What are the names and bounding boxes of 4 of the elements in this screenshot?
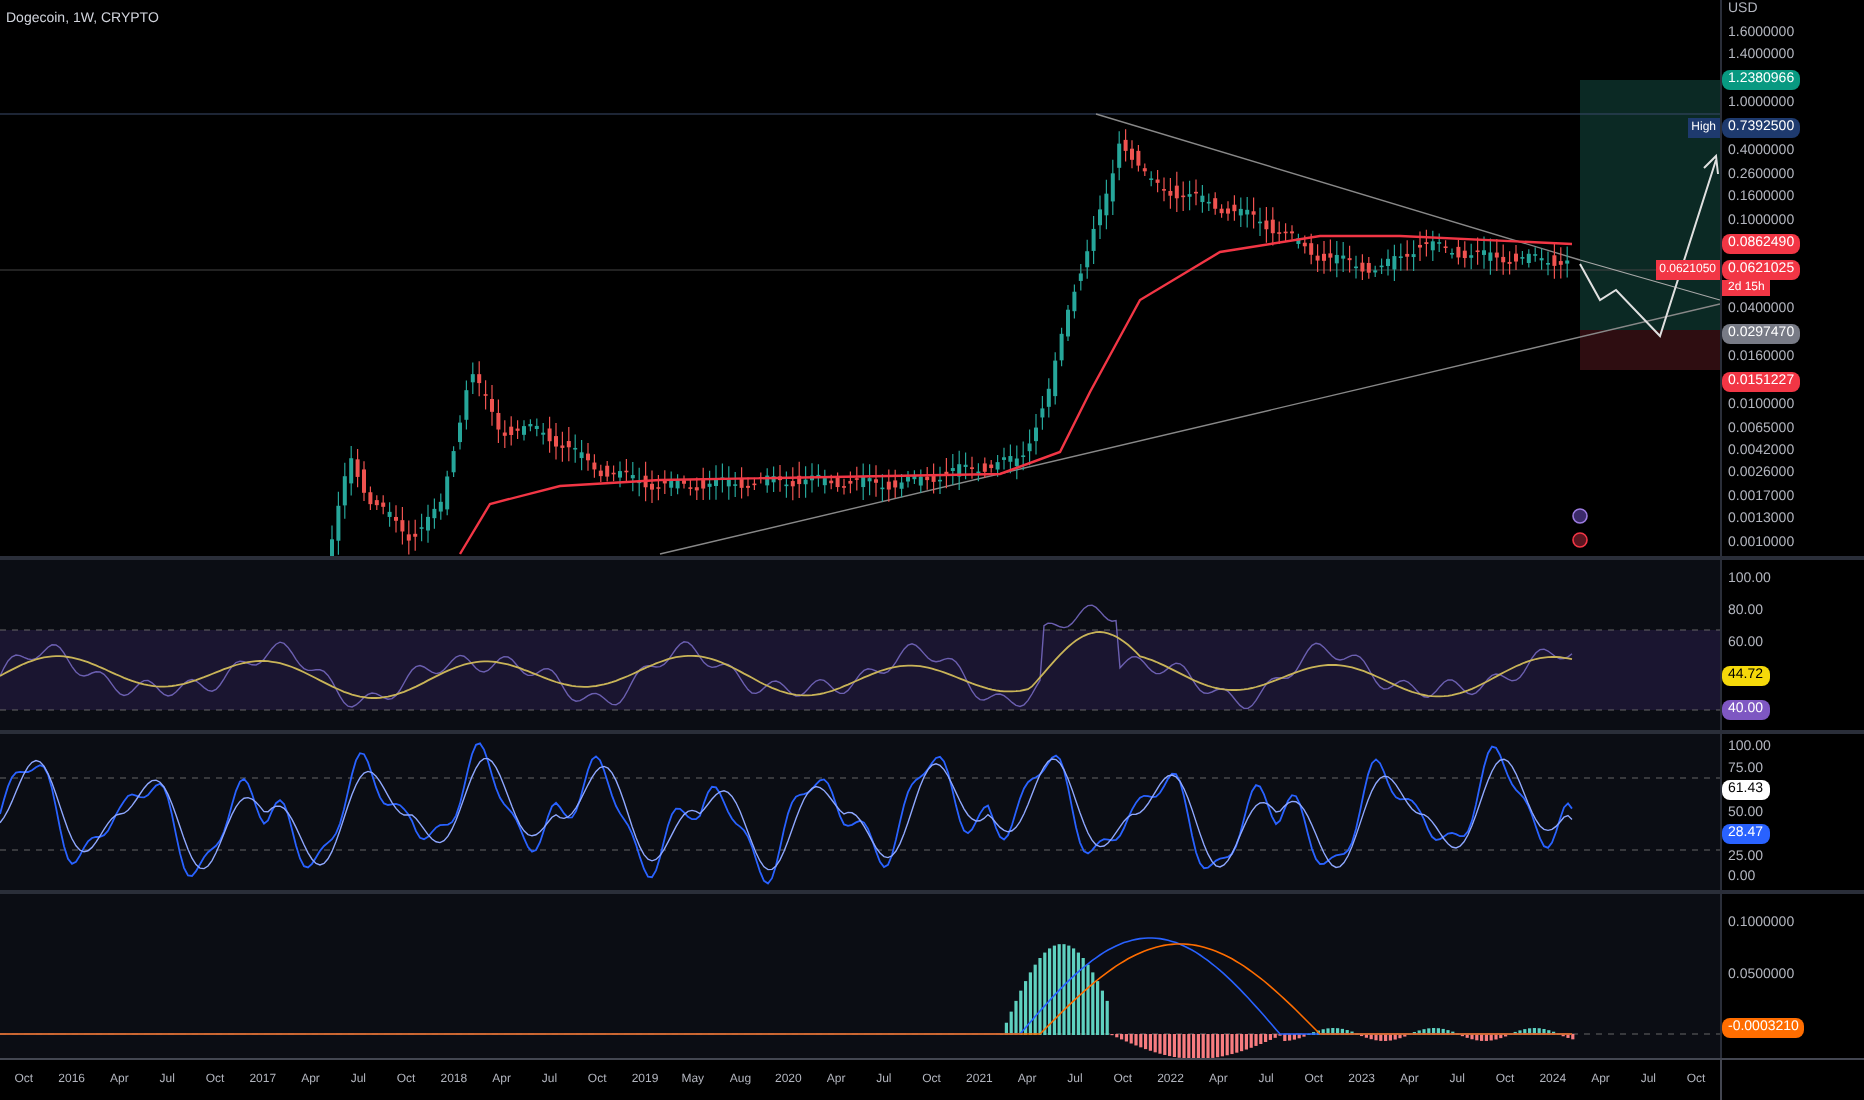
dividend-icon bbox=[1572, 532, 1588, 548]
stop-loss-zone bbox=[1580, 330, 1720, 370]
trend-line bbox=[1579, 259, 1720, 301]
event-icon bbox=[1572, 508, 1588, 524]
